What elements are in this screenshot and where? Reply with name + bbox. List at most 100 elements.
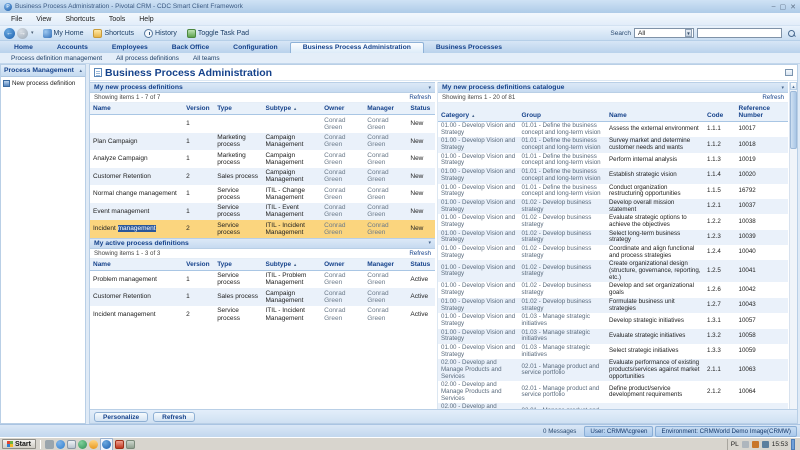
vertical-scrollbar[interactable]: ▲	[789, 82, 797, 409]
menu-item[interactable]: Shortcuts	[58, 16, 102, 23]
user-segment[interactable]: User: CRMW\cgreen	[584, 426, 653, 437]
taskbar-app-icon[interactable]	[115, 440, 124, 449]
menu-item[interactable]: View	[29, 16, 58, 23]
table-row[interactable]: 01.00 - Develop Vision and Strategy01.02…	[438, 230, 788, 245]
language-indicator[interactable]: PL	[731, 441, 739, 448]
column-header[interactable]: Category▲	[438, 103, 519, 122]
sub-tab[interactable]: All teams	[186, 55, 227, 62]
column-header[interactable]: Subtype▲	[262, 259, 321, 271]
task-pane-item-new-process-definition[interactable]: New process definition	[1, 77, 85, 90]
table-row[interactable]: 02.00 - Develop and Manage Products and …	[438, 359, 788, 381]
back-button[interactable]: ←	[4, 28, 15, 39]
column-header[interactable]: Owner	[321, 103, 364, 115]
tray-icon[interactable]	[742, 441, 749, 448]
collapse-icon[interactable]: ▴	[79, 68, 82, 74]
maximize-button[interactable]: ▢	[780, 3, 787, 11]
menu-item[interactable]: Help	[132, 16, 160, 23]
table-row[interactable]: 01.00 - Develop Vision and Strategy01.03…	[438, 344, 788, 359]
table-row[interactable]: 01.00 - Develop Vision and Strategy01.01…	[438, 184, 788, 199]
start-button[interactable]: Start	[2, 439, 36, 449]
refresh-link[interactable]: Refresh	[409, 94, 431, 101]
column-header[interactable]: Subtype▲	[262, 103, 321, 115]
column-header[interactable]: Version	[183, 103, 214, 115]
table-row[interactable]: Incident management2Service processITIL …	[90, 306, 435, 324]
table-row[interactable]: Customer Retention1Sales processCampaign…	[90, 288, 435, 306]
table-row[interactable]: Incident management2Service processITIL …	[90, 220, 435, 238]
table-row[interactable]: Problem management1Service processITIL -…	[90, 270, 435, 288]
refresh-button[interactable]: Refresh	[153, 412, 195, 422]
table-row[interactable]: 01.00 - Develop Vision and Strategy01.02…	[438, 260, 788, 282]
column-header[interactable]: Reference Number	[736, 103, 789, 122]
section-header-catalogue[interactable]: My new process definitions catalogue ▾	[438, 82, 788, 93]
main-tab[interactable]: Employees	[100, 43, 160, 53]
table-row[interactable]: 01.00 - Develop Vision and Strategy01.01…	[438, 168, 788, 183]
nav-dropdown-icon[interactable]: ▾	[31, 30, 34, 36]
column-header[interactable]: Type	[214, 259, 262, 271]
menu-item[interactable]: File	[4, 16, 29, 23]
table-row[interactable]: 01.00 - Develop Vision and Strategy01.01…	[438, 153, 788, 168]
section-header-new-definitions[interactable]: My new process definitions ▾	[90, 82, 435, 93]
table-row[interactable]: Plan Campaign1Marketing processCampaign …	[90, 133, 435, 151]
column-header[interactable]: Name	[90, 103, 183, 115]
table-row[interactable]: 01.00 - Develop Vision and Strategy01.02…	[438, 199, 788, 214]
main-tab[interactable]: Accounts	[45, 43, 100, 53]
toggle-task-pad-button[interactable]: Toggle Task Pad	[182, 27, 254, 40]
close-button[interactable]: ✕	[790, 3, 796, 11]
table-row[interactable]: 01.00 - Develop Vision and Strategy01.02…	[438, 282, 788, 297]
column-header[interactable]: Code	[704, 103, 736, 122]
column-header[interactable]: Status	[407, 103, 435, 115]
restore-icon[interactable]	[785, 69, 793, 76]
taskbar-app-icon[interactable]	[126, 440, 135, 449]
table-row[interactable]: 01.00 - Develop Vision and Strategy01.02…	[438, 298, 788, 313]
column-header[interactable]: Status	[407, 259, 435, 271]
sub-tab[interactable]: All process definitions	[109, 55, 186, 62]
show-desktop-button[interactable]	[791, 439, 795, 450]
tray-icon[interactable]	[762, 441, 769, 448]
column-header[interactable]: Owner	[321, 259, 364, 271]
messages-count[interactable]: 0 Messages	[543, 428, 576, 435]
menu-item[interactable]: Tools	[102, 16, 132, 23]
table-row[interactable]: Customer Retention2Sales processCampaign…	[90, 168, 435, 186]
table-row[interactable]: 01.00 - Develop Vision and Strategy01.01…	[438, 122, 788, 138]
table-row[interactable]: 01.00 - Develop Vision and Strategy01.03…	[438, 329, 788, 344]
main-tab[interactable]: Home	[2, 43, 45, 53]
personalize-button[interactable]: Personalize	[94, 412, 148, 422]
main-tab[interactable]: Back Office	[160, 43, 221, 53]
table-row[interactable]: 01.00 - Develop Vision and Strategy01.02…	[438, 245, 788, 260]
scrollbar-thumb[interactable]	[790, 91, 797, 149]
search-icon[interactable]	[787, 29, 796, 38]
table-row[interactable]: Analyze Campaign1Marketing processCampai…	[90, 150, 435, 168]
table-row[interactable]: 01.00 - Develop Vision and Strategy01.03…	[438, 313, 788, 328]
search-filter-select[interactable]: All ▼	[634, 28, 694, 38]
refresh-link[interactable]: Refresh	[762, 94, 784, 101]
column-header[interactable]: Manager	[364, 259, 407, 271]
collapse-icon[interactable]: ▾	[781, 85, 784, 91]
tray-icon[interactable]	[752, 441, 759, 448]
collapse-icon[interactable]: ▾	[428, 85, 431, 91]
column-header[interactable]: Group	[519, 103, 607, 122]
column-header[interactable]: Name	[90, 259, 183, 271]
environment-segment[interactable]: Environment: CRMWorld Demo Image(CRMW)	[655, 426, 797, 437]
table-row[interactable]: 1Conrad GreenConrad GreenNew	[90, 115, 435, 133]
taskbar-app-icon[interactable]	[67, 440, 76, 449]
column-header[interactable]: Type	[214, 103, 262, 115]
collapse-icon[interactable]: ▾	[428, 240, 431, 246]
main-tab[interactable]: Configuration	[221, 43, 290, 53]
table-row[interactable]: Normal change management1Service process…	[90, 185, 435, 203]
taskbar-app-icon[interactable]	[56, 440, 65, 449]
clock[interactable]: 15:53	[772, 441, 788, 448]
scroll-up-icon[interactable]: ▲	[790, 82, 797, 90]
taskbar-app-icon[interactable]	[45, 440, 54, 449]
main-tab[interactable]: Business Processes	[424, 43, 514, 53]
table-row[interactable]: 01.00 - Develop Vision and Strategy01.02…	[438, 214, 788, 229]
taskbar-app-icon[interactable]	[78, 440, 87, 449]
section-header-active-definitions[interactable]: My active process definitions ▾	[90, 238, 435, 249]
taskbar-app-icon[interactable]	[89, 440, 98, 449]
table-row[interactable]: 02.00 - Develop and Manage Products and …	[438, 381, 788, 403]
sub-tab[interactable]: Process definition management	[4, 55, 109, 62]
column-header[interactable]: Name	[606, 103, 704, 122]
column-header[interactable]: Manager	[364, 103, 407, 115]
my-home-button[interactable]: My Home	[38, 27, 89, 40]
forward-button[interactable]: →	[17, 28, 28, 39]
history-button[interactable]: History	[139, 27, 182, 40]
